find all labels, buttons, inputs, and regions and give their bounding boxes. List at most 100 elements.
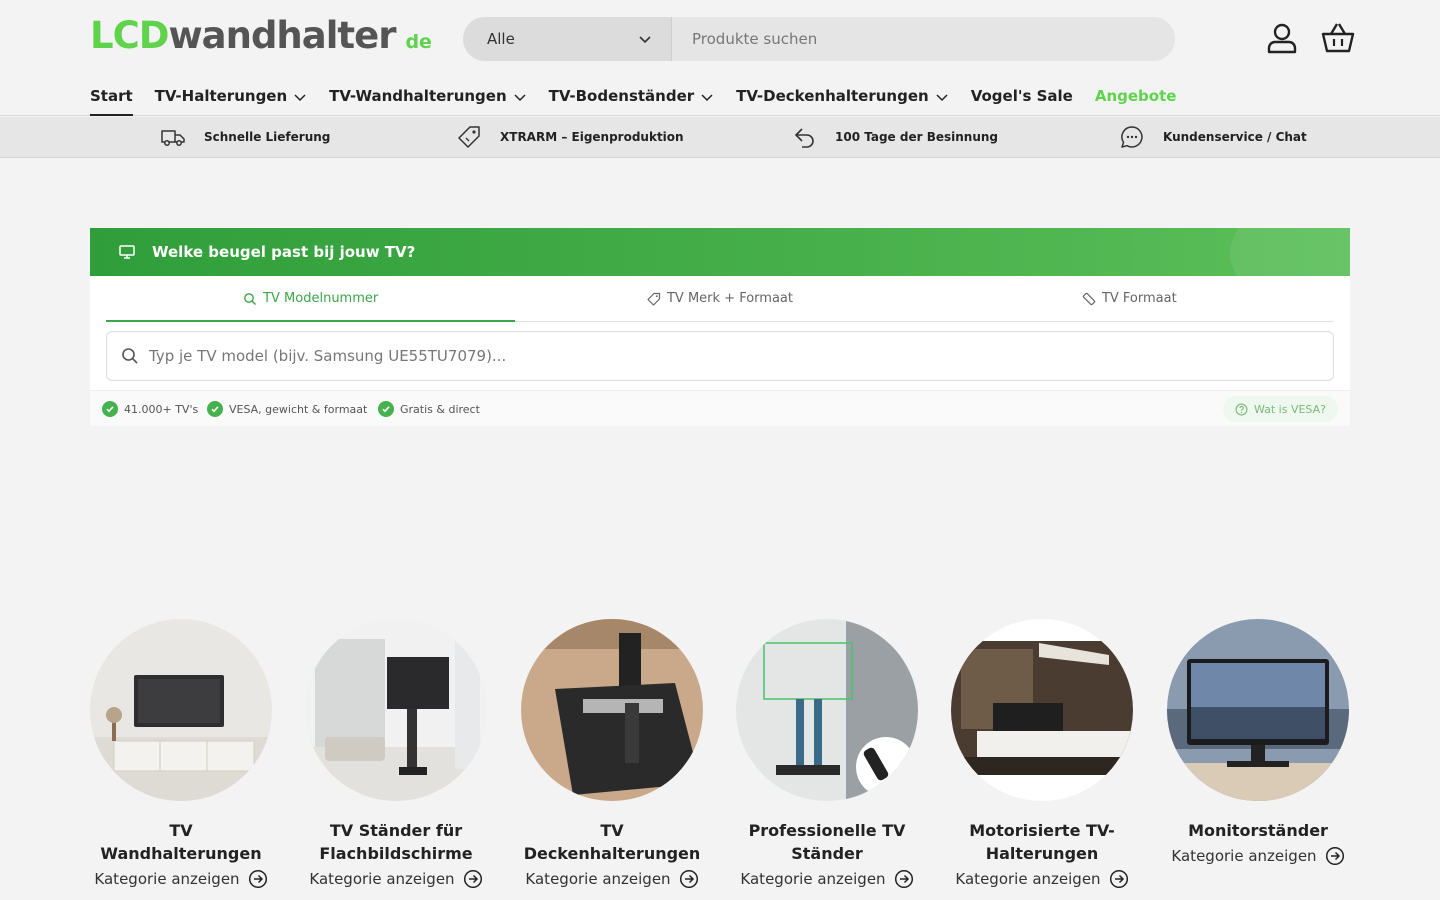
user-icon [1267,23,1297,54]
tab-tv-formaat[interactable]: TV Formaat [925,276,1334,321]
nav-item-tv-halterungen[interactable]: TV-Halterungen [155,80,307,116]
category-image[interactable] [951,619,1133,801]
nav-item-angebote[interactable]: Angebote [1095,80,1177,116]
category-image[interactable] [521,619,703,801]
nav-item-vogels-sale[interactable]: Vogel's Sale [971,80,1073,116]
finder-footer: 41.000+ TV's VESA, gewicht & formaat Gra… [90,390,1350,426]
nav-label: Start [90,87,133,105]
tv-mount-finder: Welke beugel past bij jouw TV? TV Modeln… [90,228,1350,426]
view-category-link[interactable]: Kategorie anzeigen [740,869,913,889]
tv-model-input[interactable]: Typ je TV model (bijv. Samsung UE55TU707… [106,331,1334,381]
basket-icon [1321,23,1355,53]
category-title[interactable]: Professionelle TV Ständer [736,819,918,865]
search-category-select[interactable]: Alle [463,17,672,61]
tag-icon [647,292,661,306]
arrow-right-circle-icon [1325,846,1344,866]
category-card-tv-staender[interactable]: TV Ständer für Flachbildschirme Kategori… [305,619,487,889]
usp-label: Kundenservice / Chat [1163,130,1307,144]
nav-item-start[interactable]: Start [90,80,133,116]
check-vesa: VESA, gewicht & formaat [207,401,367,417]
chevron-down-icon [514,94,526,102]
nav-item-tv-bodenstaender[interactable]: TV-Bodenständer [549,80,715,116]
search-placeholder: Produkte suchen [692,30,818,48]
link-label: Kategorie anzeigen [1171,847,1317,865]
cart-button[interactable] [1320,20,1356,56]
logo-suffix: de [405,31,432,53]
link-label: Kategorie anzeigen [955,870,1101,888]
help-icon [1235,403,1248,415]
usp-item-support[interactable]: Kundenservice / Chat [1119,117,1307,157]
vesa-link-label: Wat is VESA? [1253,402,1326,416]
category-title[interactable]: TV Wandhalterungen [90,819,272,865]
search-icon [244,292,257,305]
category-image[interactable] [305,619,487,801]
nav-label: TV-Deckenhalterungen [736,87,929,105]
check-icon [102,401,118,417]
category-title[interactable]: TV Ständer für Flachbildschirme [305,819,487,865]
category-image[interactable] [736,619,918,801]
tab-label: TV Formaat [1101,291,1177,306]
finder-tabs: TV Modelnummer TV Merk + Formaat TV Form… [106,276,1334,322]
view-category-link[interactable]: Kategorie anzeigen [309,869,482,889]
site-logo[interactable]: LCD wandhalter de [90,14,432,62]
search-icon [122,348,138,364]
category-title[interactable]: Motorisierte TV-Halterungen [951,819,1133,865]
link-label: Kategorie anzeigen [525,870,671,888]
usp-bar: Schnelle Lieferung XTRARM – Eigenprodukt… [0,117,1440,158]
category-title[interactable]: TV Deckenhalterungen [521,819,703,865]
nav-item-tv-wandhalterungen[interactable]: TV-Wandhalterungen [329,80,526,116]
nav-label: Vogel's Sale [970,87,1073,105]
check-icon [207,401,223,417]
nav-label: TV-Halterungen [154,87,288,105]
chevron-down-icon [936,94,948,102]
view-category-link[interactable]: Kategorie anzeigen [955,869,1128,889]
check-label: VESA, gewicht & formaat [229,402,368,416]
tab-tv-merk-formaat[interactable]: TV Merk + Formaat [515,276,924,321]
chevron-down-icon [701,94,713,102]
tab-label: TV Modelnummer [263,291,379,306]
search-bar: Alle Produkte suchen [463,17,1175,61]
usp-item-production: XTRARM – Eigenproduktion [456,117,684,157]
category-card-professionelle-staender[interactable]: Professionelle TV Ständer Kategorie anze… [736,619,918,889]
truck-icon [161,130,185,146]
search-category-value: Alle [487,30,515,48]
check-label: Gratis & direct [400,402,480,416]
what-is-vesa-link[interactable]: Wat is VESA? [1222,396,1338,422]
arrow-right-circle-icon [679,869,698,889]
category-card-monitorstaender[interactable]: Monitorständer Kategorie anzeigen [1167,619,1349,866]
monitor-icon [119,245,135,259]
nav-label: Angebote [1094,87,1177,105]
nav-item-tv-deckenhalterungen[interactable]: TV-Deckenhalterungen [736,80,949,116]
usp-label: Schnelle Lieferung [204,130,331,144]
ruler-icon [1082,292,1096,305]
link-label: Kategorie anzeigen [94,870,240,888]
category-card-deckenhalterungen[interactable]: TV Deckenhalterungen Kategorie anzeigen [521,619,703,889]
category-title[interactable]: Monitorständer [1167,819,1349,842]
tab-label: TV Merk + Formaat [666,291,793,306]
usp-item-delivery: Schnelle Lieferung [160,117,330,157]
category-card-motorisierte[interactable]: Motorisierte TV-Halterungen Kategorie an… [951,619,1133,889]
check-tvs: 41.000+ TV's [102,401,198,417]
header-decoration [1230,228,1350,276]
view-category-link[interactable]: Kategorie anzeigen [1171,846,1344,866]
check-icon [378,401,394,417]
category-image[interactable] [90,619,272,801]
arrow-right-circle-icon [1109,869,1128,889]
logo-lcd: LCD [90,14,169,57]
category-card-wandhalterungen[interactable]: TV Wandhalterungen Kategorie anzeigen [90,619,272,889]
arrow-right-circle-icon [248,869,267,889]
arrow-right-circle-icon [894,869,913,889]
account-button[interactable] [1264,20,1300,56]
view-category-link[interactable]: Kategorie anzeigen [94,869,267,889]
view-category-link[interactable]: Kategorie anzeigen [525,869,698,889]
arrow-right-circle-icon [463,869,482,889]
nav-label: TV-Bodenständer [548,87,695,105]
tab-tv-modelnummer[interactable]: TV Modelnummer [106,276,516,322]
main-nav: Start TV-Halterungen TV-Wandhalterungen … [90,80,1198,116]
category-image[interactable] [1167,619,1349,801]
return-arrow-icon [794,128,814,148]
finder-header: Welke beugel past bij jouw TV? [90,228,1350,276]
link-label: Kategorie anzeigen [309,870,455,888]
check-free: Gratis & direct [378,401,480,417]
search-input[interactable]: Produkte suchen [672,17,1175,61]
